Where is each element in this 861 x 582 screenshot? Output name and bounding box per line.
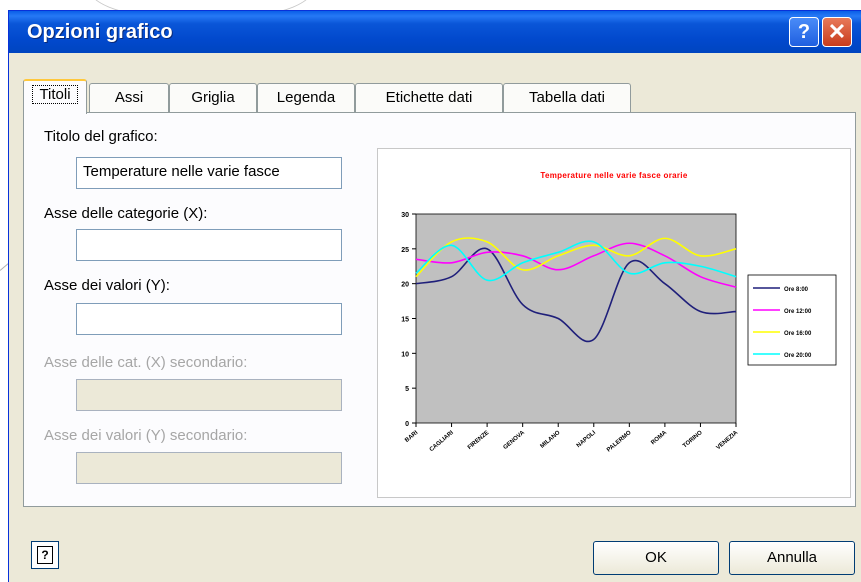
x-tick-label: FIRENZE [467,430,491,451]
y2-axis-input [76,452,342,484]
x-tick-label: CAGLIARI [429,430,455,453]
y-tick-label: 30 [401,212,409,219]
tab-etichette-dati[interactable]: Etichette dati [355,83,503,113]
y-tick-label: 15 [401,317,409,324]
tab-griglia[interactable]: Griglia [169,83,257,113]
y-tick-label: 20 [401,282,409,289]
help-button[interactable]: ? [31,541,59,569]
close-button[interactable]: ✕ [822,17,852,47]
tab-titoli[interactable]: Titoli [23,79,87,114]
legend-label: Ore 12:00 [784,309,812,315]
x2-axis-label: Asse delle cat. (X) secondario: [44,354,248,371]
legend-label: Ore 16:00 [784,331,812,337]
tab-tabella-dati[interactable]: Tabella dati [503,83,631,113]
y-axis-label: Asse dei valori (Y): [44,277,170,294]
ok-button[interactable]: OK [593,541,719,575]
x-axis-label: Asse delle categorie (X): [44,205,208,222]
chart-preview: Temperature nelle varie fasce orarie 051… [377,148,851,498]
x-tick-label: PALERMO [606,430,633,454]
y-tick-label: 10 [401,351,409,358]
x-tick-label: GENOVA [503,430,527,451]
y2-axis-label: Asse dei valori (Y) secondario: [44,427,248,444]
tab-assi[interactable]: Assi [89,83,169,113]
x2-axis-input [76,379,342,411]
help-title-button[interactable]: ? [789,17,819,47]
y-axis-input[interactable] [76,303,342,335]
x-tick-label: ROMA [650,430,668,447]
x-tick-label: BARI [404,430,419,444]
x-tick-label: NAPOLI [576,430,597,449]
x-axis-input[interactable] [76,229,342,261]
y-tick-label: 25 [401,247,409,254]
title-bar[interactable]: Opzioni grafico ? ✕ [9,11,861,53]
window-title: Opzioni grafico [27,21,173,43]
chart-title-label: Titolo del grafico: [44,128,158,145]
tab-legenda[interactable]: Legenda [257,83,355,113]
chart-title-input[interactable]: Temperature nelle varie fasce [76,157,342,189]
cancel-button[interactable]: Annulla [729,541,855,575]
chart-options-dialog: Opzioni grafico ? ✕ Titoli Assi Griglia … [8,10,861,582]
y-tick-label: 0 [405,421,409,428]
x-tick-label: TORINO [682,430,704,450]
tab-panel-titoli: Titolo del grafico: Temperature nelle va… [23,112,856,507]
chart-svg: 0 5 10 15 20 25 30 BARI CAGLIARI FIRENZE GENOVA MIL… [401,212,837,454]
x-tick-label: VENEZIA [715,430,739,452]
x-tick-label: MILANO [540,430,562,450]
legend-label: Ore 20:00 [784,353,812,359]
legend-label: Ore 8:00 [784,287,809,293]
y-tick-label: 5 [405,386,409,393]
